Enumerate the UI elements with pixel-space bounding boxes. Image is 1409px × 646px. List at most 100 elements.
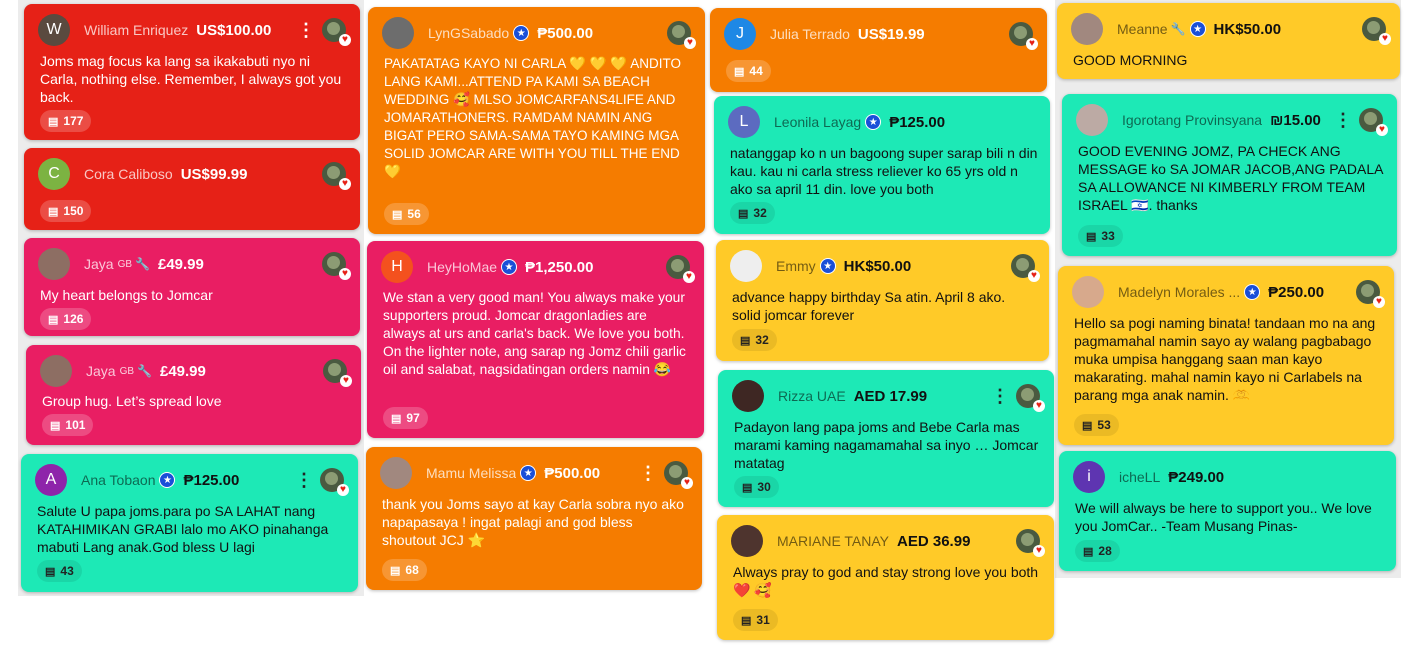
more-vert-icon[interactable]: ⋮	[296, 21, 316, 39]
channel-avatar: ♥	[1016, 384, 1045, 412]
heart-icon: ♥	[339, 178, 351, 190]
author-name[interactable]: Madelyn Morales ...	[1118, 284, 1240, 300]
donation-amount: HK$50.00	[1213, 20, 1282, 38]
channel-avatar: ♥	[322, 252, 351, 280]
superchat-card[interactable]: Rizza UAE AED 17.99 ⋮ ♥ Padayon lang papa j…	[718, 370, 1054, 507]
more-vert-icon[interactable]: ⋮	[990, 387, 1010, 405]
reply-count[interactable]: ▤ 28	[1075, 540, 1120, 562]
comment-icon: ▤	[1083, 545, 1094, 558]
more-vert-icon[interactable]: ⋮	[638, 464, 658, 482]
author-name[interactable]: Jaya	[84, 256, 114, 272]
comment-icon: ▤	[48, 115, 59, 128]
channel-avatar: ♥	[320, 468, 349, 496]
donation-amount: ₱125.00	[889, 113, 946, 131]
superchat-card[interactable]: Emmy ★ HK$50.00 ♥ advance happy birthday Sa…	[716, 240, 1049, 361]
message-text: Salute U papa joms.para po SA LAHAT nang…	[37, 503, 329, 555]
reply-count[interactable]: ▤ 126	[40, 308, 92, 330]
heart-icon: ♥	[1033, 545, 1045, 557]
avatar	[380, 457, 412, 489]
message-text: We stan a very good man! You always make…	[383, 290, 686, 377]
author-name[interactable]: icheLL	[1119, 469, 1160, 485]
channel-avatar: ♥	[664, 461, 693, 489]
reply-count[interactable]: ▤ 101	[42, 414, 94, 436]
superchat-card[interactable]: LynGSabado ★ ₱500.00 ♥ PAKATATAG KAYO NI CA…	[368, 7, 705, 234]
channel-avatar: ♥	[323, 359, 352, 387]
reply-count[interactable]: ▤ 33	[1078, 225, 1123, 247]
superchat-card[interactable]: Mamu Melissa ★ ₱500.00 ⋮ ♥ thank you Joms sa…	[366, 447, 702, 590]
author-name[interactable]: Julia Terrado	[770, 26, 850, 42]
superchat-card[interactable]: Jaya GB 🔧 £49.99 ♥ My heart belongs to Jomca…	[24, 238, 360, 336]
superchat-card[interactable]: H HeyHoMae ★ ₱1,250.00 ♥ We stan a very good…	[367, 241, 704, 438]
avatar	[732, 380, 764, 412]
superchat-card[interactable]: Jaya GB 🔧 £49.99 ♥ Group hug. Let’s spread l…	[26, 345, 361, 445]
donation-amount: £49.99	[159, 362, 206, 380]
reply-count[interactable]: ▤ 56	[384, 203, 429, 225]
author-name[interactable]: Rizza UAE	[778, 388, 846, 404]
author-name[interactable]: Leonila Layag	[774, 114, 861, 130]
comment-icon: ▤	[734, 65, 745, 78]
more-vert-icon[interactable]: ⋮	[294, 471, 314, 489]
donation-amount: ₱500.00	[544, 464, 601, 482]
message-text: PAKATATAG KAYO NI CARLA 💛 💛 💛 ANDITO LAN…	[384, 56, 681, 179]
avatar: J	[724, 18, 756, 50]
superchat-card[interactable]: W William Enriquez US$100.00 ⋮ ♥ Joms mag fo…	[24, 4, 360, 140]
author-name[interactable]: Jaya	[86, 363, 116, 379]
more-vert-icon[interactable]: ⋮	[1333, 111, 1353, 129]
author-name[interactable]: William Enriquez	[84, 22, 188, 38]
reply-count[interactable]: ▤ 43	[37, 560, 82, 582]
comment-icon: ▤	[48, 205, 59, 218]
verified-badge-icon: ★	[520, 465, 537, 481]
reply-count-value: 33	[1101, 229, 1115, 243]
heart-icon: ♥	[339, 34, 351, 46]
superchat-card[interactable]: Meanne 🔧 ★ HK$50.00 ♥ GOOD MORNING	[1057, 3, 1400, 79]
region-badge: GB	[119, 365, 135, 377]
superchat-card[interactable]: MARIANE TANAY AED 36.99 ♥ Always pray to g…	[717, 515, 1054, 640]
comment-icon: ▤	[741, 614, 752, 627]
superchat-card[interactable]: Igorotang Provinsyana ₪15.00 ⋮ ♥ GOOD EVENI…	[1062, 94, 1397, 256]
superchat-card[interactable]: A Ana Tobaon ★ ₱125.00 ⋮ ♥ Salute U papa joms…	[21, 454, 358, 592]
superchat-card[interactable]: Madelyn Morales ... ★ ₱250.00 ♥ Hello sa po…	[1058, 266, 1394, 445]
message-text: We will always be here to support you.. …	[1075, 500, 1372, 534]
reply-count[interactable]: ▤ 97	[383, 407, 428, 429]
author-name[interactable]: Mamu Melissa	[426, 465, 516, 481]
reply-count[interactable]: ▤ 31	[733, 609, 778, 631]
reply-count[interactable]: ▤ 177	[40, 110, 92, 132]
reply-count[interactable]: ▤ 32	[730, 202, 775, 224]
reply-count-value: 32	[755, 333, 769, 347]
author-name[interactable]: HeyHoMae	[427, 259, 497, 275]
verified-badge-icon: ★	[1244, 284, 1261, 300]
channel-avatar: ♥	[667, 21, 696, 49]
reply-count[interactable]: ▤ 32	[732, 329, 777, 351]
author-name[interactable]: MARIANE TANAY	[777, 533, 889, 549]
reply-count[interactable]: ▤ 30	[734, 476, 779, 498]
reply-count[interactable]: ▤ 68	[382, 559, 427, 581]
reply-count-value: 177	[63, 114, 84, 128]
heart-icon: ♥	[337, 484, 349, 496]
heart-icon: ♥	[684, 37, 696, 49]
reply-count[interactable]: ▤ 44	[726, 60, 771, 82]
message-text: Group hug. Let’s spread love	[42, 393, 222, 409]
channel-avatar: ♥	[322, 162, 351, 190]
heart-icon: ♥	[1376, 124, 1388, 136]
superchat-card[interactable]: i icheLL ₱249.00 We will always be here to…	[1059, 451, 1396, 571]
verified-badge-icon: ★	[819, 258, 836, 274]
comment-icon: ▤	[740, 334, 751, 347]
channel-avatar: ♥	[322, 18, 351, 46]
avatar	[1072, 276, 1104, 308]
reply-count[interactable]: ▤ 53	[1074, 414, 1119, 436]
message-text: My heart belongs to Jomcar	[40, 287, 213, 303]
avatar: W	[38, 14, 70, 46]
superchat-card[interactable]: C Cora Caliboso US$99.99 ♥ ▤ 150	[24, 148, 360, 230]
superchat-card[interactable]: L Leonila Layag ★ ₱125.00 natanggap ko n un…	[714, 96, 1050, 234]
author-name[interactable]: Ana Tobaon	[81, 472, 155, 488]
author-name[interactable]: Emmy	[776, 258, 816, 274]
author-name[interactable]: Igorotang Provinsyana	[1122, 112, 1262, 128]
author-name[interactable]: LynGSabado	[428, 25, 509, 41]
superchat-card[interactable]: J Julia Terrado US$19.99 ♥ ▤ 44	[710, 8, 1047, 92]
comment-icon: ▤	[45, 565, 56, 578]
donation-amount: £49.99	[157, 255, 204, 273]
author-name[interactable]: Cora Caliboso	[84, 166, 173, 182]
channel-avatar: ♥	[1016, 529, 1045, 557]
author-name[interactable]: Meanne	[1117, 21, 1168, 37]
reply-count[interactable]: ▤ 150	[40, 200, 92, 222]
